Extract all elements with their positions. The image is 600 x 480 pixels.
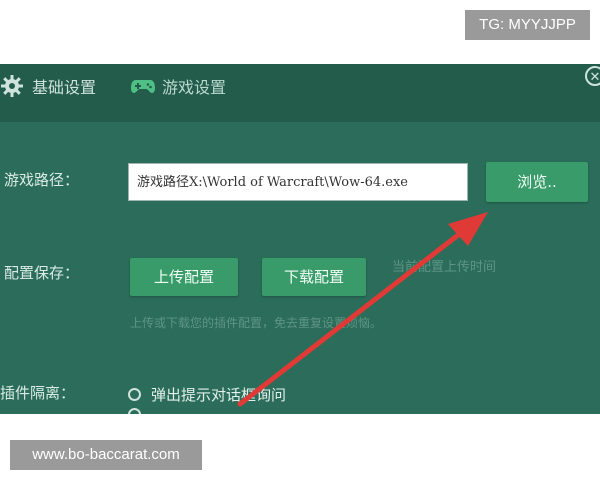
radio-prompt-label: 弹出提示对话框询问 — [151, 386, 287, 404]
config-save-label: 配置保存： — [4, 264, 80, 282]
tab-basic-settings[interactable]: 基础设置 — [0, 64, 96, 108]
tab-game-label: 游戏设置 — [162, 78, 227, 97]
config-hint: 上传或下载您的插件配置，免去重复设置烦恼。 — [130, 316, 383, 330]
close-icon[interactable]: ✕ — [585, 66, 600, 86]
settings-window: 基础设置 游戏设置 ✕ 游戏路径： 游戏路径X:\World of Warcra… — [0, 64, 600, 414]
game-path-input[interactable]: 游戏路径X:\World of Warcraft\Wow-64.exe — [128, 163, 468, 201]
watermark-bottom: www.bo-baccarat.com — [10, 440, 202, 470]
radio-button[interactable] — [128, 408, 141, 414]
browse-button[interactable]: 浏览.. — [486, 162, 588, 202]
tab-game-settings[interactable]: 游戏设置 — [130, 64, 226, 108]
gear-icon — [0, 74, 24, 98]
radio-prompt-dialog[interactable]: 弹出提示对话框询问 — [128, 384, 286, 405]
download-config-button[interactable]: 下载配置 — [262, 258, 366, 296]
tab-basic-label: 基础设置 — [32, 78, 97, 97]
game-path-label: 游戏路径： — [4, 171, 80, 189]
plugin-isolation-label: 插件隔离： — [0, 384, 76, 402]
upload-time-hint: 当前配置上传时间 — [392, 260, 497, 275]
watermark-top: TG: MYYJJPP — [465, 10, 590, 40]
tab-bar: 基础设置 游戏设置 ✕ — [0, 64, 600, 122]
radio-option-2[interactable] — [128, 408, 151, 414]
radio-button[interactable] — [128, 388, 141, 401]
gamepad-icon — [130, 74, 155, 98]
upload-config-button[interactable]: 上传配置 — [130, 258, 238, 296]
